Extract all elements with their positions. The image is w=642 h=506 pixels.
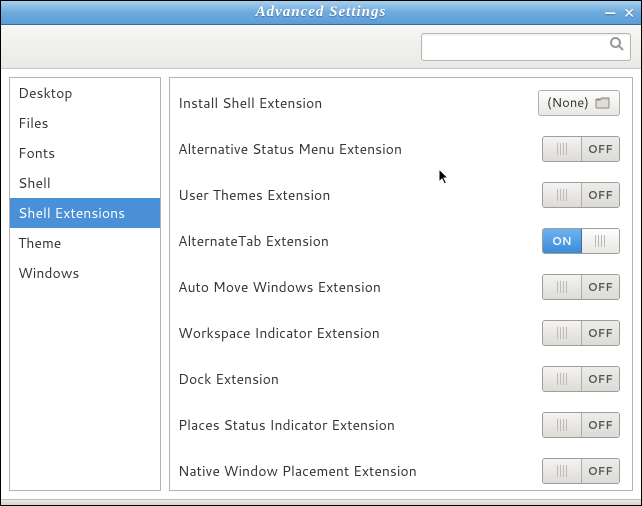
extension-row: Places Status Indicator Extension OFF	[170, 402, 632, 448]
extension-toggle[interactable]: OFF	[542, 366, 620, 392]
grip-icon	[557, 143, 567, 155]
extension-label: Auto Move Windows Extension	[178, 277, 381, 297]
extension-toggle[interactable]: OFF	[542, 274, 620, 300]
extension-row: Dock Extension OFF	[170, 356, 632, 402]
toggle-handle	[582, 229, 620, 253]
sidebar-item-fonts[interactable]: Fonts	[10, 138, 160, 168]
grip-icon	[557, 327, 567, 339]
window-title: Advanced Settings	[256, 4, 387, 21]
window-controls: — ✕	[605, 1, 635, 24]
main-panel: Install Shell Extension (None) Alternative…	[169, 77, 633, 491]
toggle-handle	[543, 413, 582, 437]
sidebar: DesktopFilesFontsShellShell ExtensionsTh…	[9, 77, 161, 491]
folder-open-icon	[595, 96, 611, 110]
extension-label: Alternative Status Menu Extension	[178, 139, 402, 159]
extension-label: AlternateTab Extension	[178, 231, 329, 251]
toggle-off-label: OFF	[582, 413, 620, 437]
grip-icon	[595, 235, 605, 247]
extension-toggle[interactable]: OFF	[542, 182, 620, 208]
titlebar: Advanced Settings — ✕	[1, 1, 641, 25]
extension-label: Workspace Indicator Extension	[178, 323, 380, 343]
grip-icon	[557, 281, 567, 293]
search-input[interactable]	[428, 39, 609, 55]
search-icon	[609, 36, 625, 57]
toggle-handle	[543, 459, 582, 483]
search-field-wrap[interactable]	[421, 33, 631, 61]
toggle-off-label: OFF	[582, 183, 620, 207]
install-file-button-label: (None)	[547, 94, 589, 112]
grip-icon	[557, 465, 567, 477]
extension-toggle[interactable]: OFF	[542, 412, 620, 438]
extension-label: Dock Extension	[178, 369, 279, 389]
extension-row: AlternateTab Extension ON	[170, 218, 632, 264]
toggle-handle	[543, 321, 582, 345]
toggle-handle	[543, 367, 582, 391]
minimize-button[interactable]: —	[605, 3, 615, 23]
toggle-handle	[543, 275, 582, 299]
toggle-off-label: OFF	[582, 275, 620, 299]
extension-row: Native Window Placement Extension OFF	[170, 448, 632, 491]
close-button[interactable]: ✕	[623, 3, 635, 23]
extension-label: User Themes Extension	[178, 185, 330, 205]
extension-toggle[interactable]: OFF	[542, 320, 620, 346]
extension-toggle[interactable]: OFF	[542, 136, 620, 162]
extension-row: Alternative Status Menu Extension OFF	[170, 126, 632, 172]
extension-row: User Themes Extension OFF	[170, 172, 632, 218]
sidebar-item-desktop[interactable]: Desktop	[10, 78, 160, 108]
extension-row: Workspace Indicator Extension OFF	[170, 310, 632, 356]
extension-row: Auto Move Windows Extension OFF	[170, 264, 632, 310]
content-area: DesktopFilesFontsShellShell ExtensionsTh…	[1, 69, 641, 499]
extension-toggle[interactable]: ON	[542, 228, 620, 254]
sidebar-item-shell-extensions[interactable]: Shell Extensions	[10, 198, 160, 228]
toggle-off-label: OFF	[582, 137, 620, 161]
sidebar-item-theme[interactable]: Theme	[10, 228, 160, 258]
toggle-off-label: OFF	[582, 459, 620, 483]
toggle-handle	[543, 137, 582, 161]
install-row: Install Shell Extension (None)	[170, 80, 632, 126]
extension-toggle[interactable]: OFF	[542, 458, 620, 484]
grip-icon	[557, 419, 567, 431]
toggle-off-label: OFF	[582, 367, 620, 391]
extension-label: Places Status Indicator Extension	[178, 415, 395, 435]
toggle-handle	[543, 183, 582, 207]
install-file-button[interactable]: (None)	[538, 90, 620, 116]
sidebar-item-shell[interactable]: Shell	[10, 168, 160, 198]
toggle-off-label: OFF	[582, 321, 620, 345]
bottom-bar	[1, 499, 641, 505]
install-label: Install Shell Extension	[178, 93, 322, 113]
extension-label: Native Window Placement Extension	[178, 461, 417, 481]
sidebar-item-windows[interactable]: Windows	[10, 258, 160, 288]
grip-icon	[557, 189, 567, 201]
toggle-on-label: ON	[543, 229, 582, 253]
sidebar-item-files[interactable]: Files	[10, 108, 160, 138]
toolbar	[1, 25, 641, 69]
grip-icon	[557, 373, 567, 385]
